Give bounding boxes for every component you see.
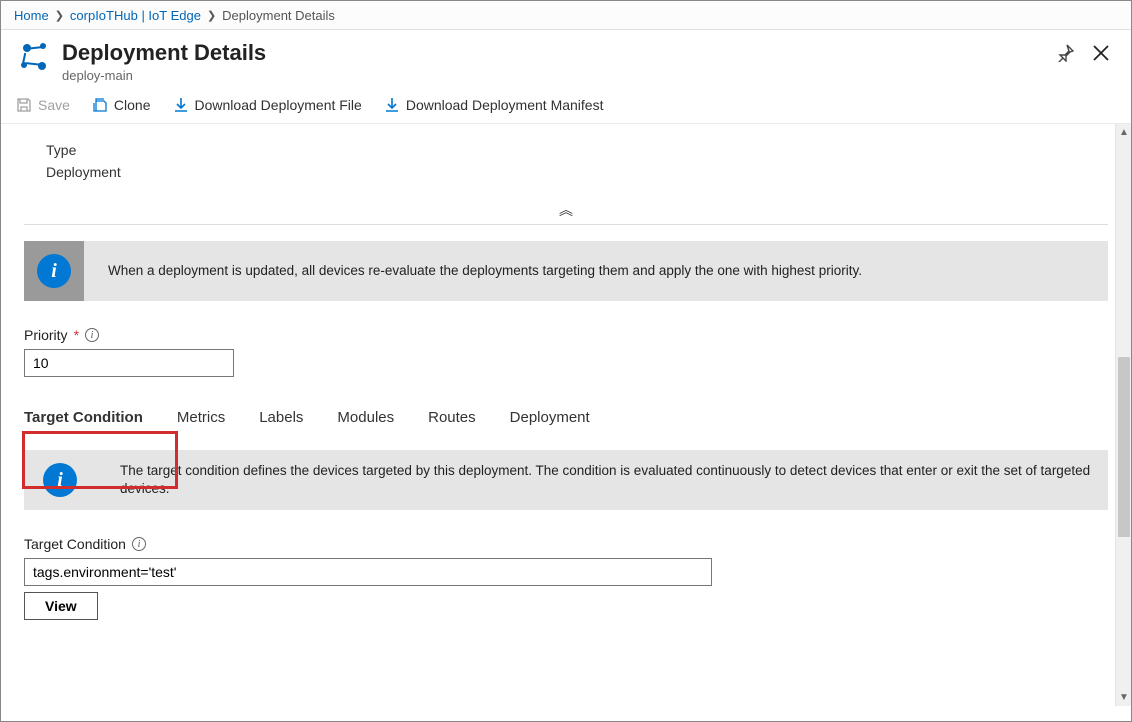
content-area: Type Deployment ︽ i When a deployment is…: [0, 124, 1132, 706]
breadcrumb-home[interactable]: Home: [14, 8, 49, 23]
tab-labels[interactable]: Labels: [259, 403, 303, 432]
view-button[interactable]: View: [24, 592, 98, 620]
type-field: Type Deployment: [46, 142, 1108, 180]
download-manifest-button[interactable]: Download Deployment Manifest: [384, 97, 604, 113]
tab-bar: Target Condition Metrics Labels Modules …: [24, 403, 1108, 432]
target-condition-label: Target Condition: [24, 536, 126, 552]
download-manifest-label: Download Deployment Manifest: [406, 97, 604, 113]
scroll-down-icon[interactable]: ▼: [1116, 689, 1132, 706]
chevron-right-icon: ❯: [55, 9, 64, 22]
target-info-banner: i The target condition defines the devic…: [24, 450, 1108, 510]
pin-icon[interactable]: [1056, 44, 1074, 62]
tab-deployment[interactable]: Deployment: [510, 403, 590, 432]
collapse-toggle[interactable]: ︽: [24, 200, 1108, 220]
breadcrumb: Home ❯ corpIoTHub | IoT Edge ❯ Deploymen…: [0, 0, 1132, 30]
chevron-right-icon: ❯: [207, 9, 216, 22]
target-info-text: The target condition defines the devices…: [120, 452, 1108, 510]
deployment-icon: [16, 40, 50, 77]
priority-input[interactable]: [24, 349, 234, 377]
tab-modules[interactable]: Modules: [337, 403, 394, 432]
download-file-label: Download Deployment File: [195, 97, 362, 113]
tab-metrics[interactable]: Metrics: [177, 403, 225, 432]
info-hint-icon[interactable]: i: [132, 537, 146, 551]
info-hint-icon[interactable]: i: [85, 328, 99, 342]
priority-info-text: When a deployment is updated, all device…: [108, 252, 1108, 291]
info-icon: i: [24, 450, 96, 510]
breadcrumb-parent[interactable]: corpIoTHub | IoT Edge: [70, 8, 201, 23]
save-button[interactable]: Save: [16, 97, 70, 113]
priority-label: Priority: [24, 327, 68, 343]
vertical-scrollbar[interactable]: ▲ ▼: [1115, 124, 1132, 706]
page-subtitle: deploy-main: [62, 68, 266, 83]
type-label: Type: [46, 142, 1108, 158]
clone-label: Clone: [114, 97, 151, 113]
target-condition-input[interactable]: [24, 558, 712, 586]
save-label: Save: [38, 97, 70, 113]
target-condition-field: Target Condition i View: [24, 536, 1108, 620]
tab-routes[interactable]: Routes: [428, 403, 476, 432]
clone-button[interactable]: Clone: [92, 97, 151, 113]
title-bar: Deployment Details deploy-main: [0, 30, 1132, 91]
priority-info-banner: i When a deployment is updated, all devi…: [24, 241, 1108, 301]
tab-target-condition[interactable]: Target Condition: [24, 403, 143, 432]
download-file-button[interactable]: Download Deployment File: [173, 97, 362, 113]
type-value: Deployment: [46, 164, 1108, 180]
page-title: Deployment Details: [62, 40, 266, 66]
scroll-thumb[interactable]: [1118, 357, 1130, 537]
priority-field: Priority * i: [24, 327, 1108, 377]
divider: [24, 224, 1108, 225]
scroll-up-icon[interactable]: ▲: [1116, 124, 1132, 141]
close-icon[interactable]: [1092, 44, 1110, 62]
required-marker: *: [74, 327, 79, 343]
breadcrumb-current: Deployment Details: [222, 8, 335, 23]
command-bar: Save Clone Download Deployment File Down…: [0, 91, 1132, 124]
info-icon: i: [24, 241, 84, 301]
